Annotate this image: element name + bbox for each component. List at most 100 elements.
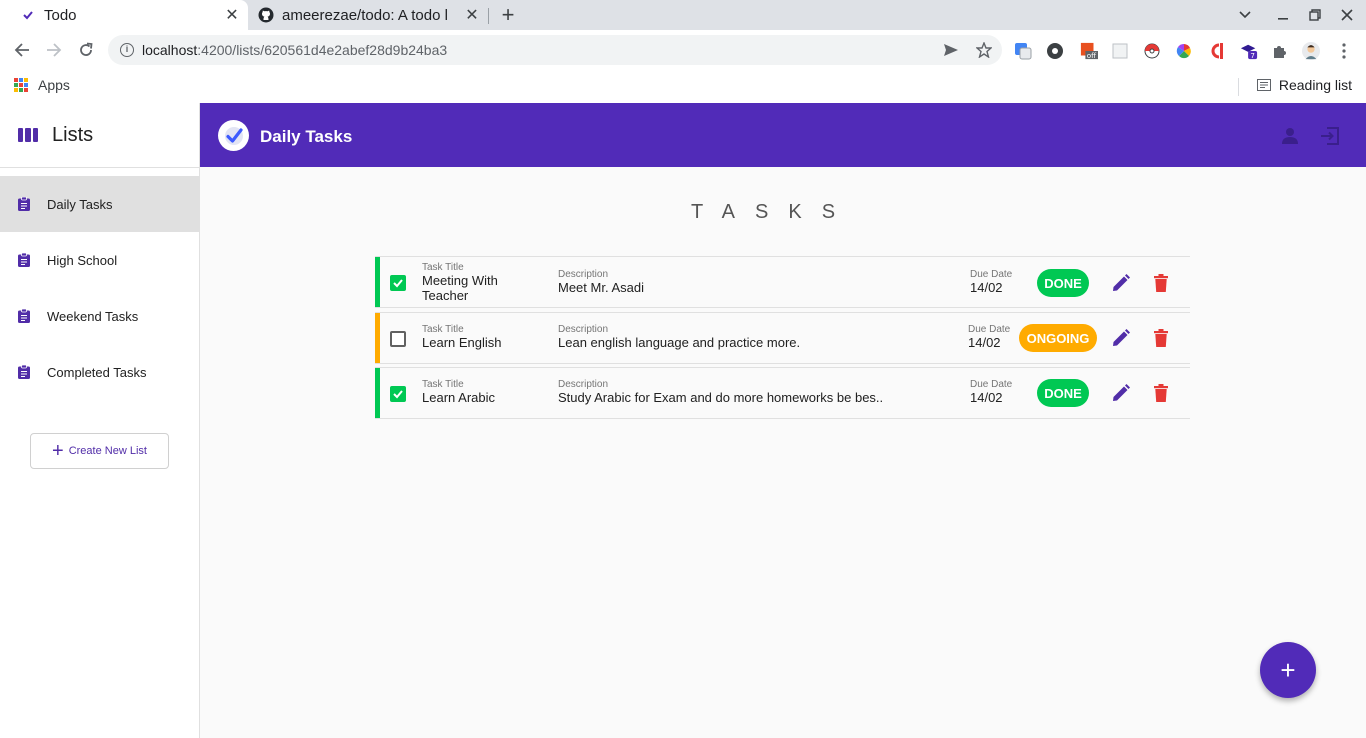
task-description: Study Arabic for Exam and do more homewo… <box>558 390 884 405</box>
sidebar-item-label: Completed Tasks <box>47 364 147 380</box>
graduation-cap-extension-icon[interactable]: 7 <box>1240 42 1258 60</box>
sidebar-item-completed-tasks[interactable]: Completed Tasks <box>0 344 199 400</box>
puzzle-extensions-icon[interactable] <box>1271 42 1289 60</box>
reload-icon[interactable] <box>76 40 96 60</box>
task-title-continued: Teacher <box>422 288 469 303</box>
browser-tab-github[interactable]: ameerezae/todo: A todo l ✕ <box>248 0 488 30</box>
browser-toolbar: i localhost:4200/lists/620561d4e2abef28d… <box>0 30 1366 70</box>
edit-icon[interactable] <box>1111 383 1131 403</box>
chrome-menu-icon[interactable] <box>1335 42 1353 60</box>
delete-icon[interactable] <box>1151 328 1171 348</box>
sidebar-header: Lists <box>0 103 199 168</box>
apps-bookmark[interactable]: Apps <box>14 77 70 93</box>
minimize-icon[interactable] <box>1275 7 1291 23</box>
sidebar-item-high-school[interactable]: High School <box>0 232 199 288</box>
close-tab-icon[interactable]: ✕ <box>224 7 240 24</box>
create-new-list-label: Create New List <box>68 445 147 457</box>
task-status-bar <box>375 368 380 418</box>
check-logo-icon <box>218 120 249 151</box>
list-columns-icon <box>18 128 38 142</box>
c-extension-icon[interactable] <box>1207 42 1225 60</box>
svg-text:7: 7 <box>1250 51 1255 60</box>
task-title-column: Task Title Meeting With Teacher <box>422 262 542 303</box>
reading-list-icon <box>1256 79 1271 91</box>
send-tab-icon[interactable] <box>942 41 960 59</box>
add-icon: + <box>1280 654 1296 685</box>
google-translate-extension-icon[interactable] <box>1014 42 1032 60</box>
status-badge: ONGOING <box>1019 324 1097 352</box>
svg-text:off: off <box>1087 51 1097 60</box>
pokeball-extension-icon[interactable] <box>1143 42 1161 60</box>
bookmarks-separator <box>1238 78 1239 96</box>
task-checkbox[interactable] <box>390 275 406 291</box>
task-description: Meet Mr. Asadi <box>558 280 644 295</box>
task-title-column: Task Title Learn English <box>422 324 542 350</box>
task-description-column: Description Study Arabic for Exam and do… <box>558 379 938 405</box>
back-arrow-icon[interactable] <box>12 40 32 60</box>
person-icon[interactable] <box>1279 125 1301 147</box>
off-extension-icon[interactable]: off <box>1080 42 1098 60</box>
section-title: TASKS <box>690 201 856 223</box>
clipboard-icon <box>18 197 30 211</box>
task-title: Learn Arabic <box>422 390 495 405</box>
delete-icon[interactable] <box>1151 383 1171 403</box>
browser-tab-todo[interactable]: Todo ✕ <box>0 0 248 30</box>
apps-grid-icon <box>14 78 28 92</box>
due-date-label: Due Date <box>970 269 1013 280</box>
site-info-icon[interactable]: i <box>120 43 134 57</box>
create-new-list-button[interactable]: + Create New List <box>30 433 169 469</box>
edit-icon[interactable] <box>1111 273 1131 293</box>
task-row: Task Title Meeting With Teacher Descript… <box>375 256 1190 308</box>
apps-label: Apps <box>38 77 70 93</box>
close-window-icon[interactable] <box>1339 7 1355 23</box>
sidebar-item-weekend-tasks[interactable]: Weekend Tasks <box>0 288 199 344</box>
due-date-column: Due Date 14/02 <box>970 379 1030 405</box>
grid-extension-icon[interactable] <box>1111 42 1129 60</box>
github-extension-icon[interactable] <box>1046 42 1064 60</box>
delete-icon[interactable] <box>1151 273 1171 293</box>
plus-icon: + <box>52 440 64 462</box>
task-title-label: Task Title <box>422 324 464 335</box>
profile-avatar-icon[interactable] <box>1302 42 1320 60</box>
description-label: Description <box>558 324 609 335</box>
tab-title: Todo <box>44 6 77 24</box>
close-tab-icon[interactable]: ✕ <box>464 7 480 24</box>
due-date-value: 14/02 <box>970 390 1003 405</box>
sidebar: Lists Daily Tasks High School Weekend Ta… <box>0 103 200 738</box>
forward-arrow-icon[interactable] <box>44 40 64 60</box>
reading-list-label: Reading list <box>1278 77 1352 93</box>
task-title-label: Task Title <box>422 379 464 390</box>
tab-search-chevron-icon[interactable] <box>1237 7 1253 23</box>
new-tab-icon[interactable]: + <box>498 4 518 26</box>
task-title-column: Task Title Learn Arabic <box>422 379 542 405</box>
color-wheel-extension-icon[interactable] <box>1175 42 1193 60</box>
edit-icon[interactable] <box>1111 328 1131 348</box>
due-date-label: Due Date <box>970 379 1013 390</box>
bookmark-star-icon[interactable] <box>975 41 993 59</box>
clipboard-icon <box>18 253 30 267</box>
sidebar-item-label: High School <box>47 252 118 268</box>
description-label: Description <box>558 269 609 280</box>
page-title: Daily Tasks <box>260 127 353 146</box>
sidebar-item-label: Weekend Tasks <box>47 308 139 324</box>
tab-title: ameerezae/todo: A todo l <box>282 6 448 24</box>
sidebar-item-daily-tasks[interactable]: Daily Tasks <box>0 176 199 232</box>
task-checkbox[interactable] <box>390 386 406 402</box>
add-task-button[interactable]: + <box>1260 642 1316 698</box>
task-status-bar <box>375 257 380 307</box>
task-description: Lean english language and practice more. <box>558 335 801 350</box>
app-header: Daily Tasks <box>200 103 1366 167</box>
sidebar-title: Lists <box>52 123 94 146</box>
browser-tabstrip: Todo ✕ ameerezae/todo: A todo l ✕ + <box>0 0 1366 30</box>
clipboard-icon <box>18 365 30 379</box>
task-checkbox[interactable] <box>390 331 406 347</box>
tab-separator <box>488 8 489 24</box>
reading-list-button[interactable]: Reading list <box>1256 77 1352 93</box>
logout-icon[interactable] <box>1319 125 1341 147</box>
restore-icon[interactable] <box>1307 7 1323 23</box>
sidebar-list: Daily Tasks High School Weekend Tasks Co… <box>0 176 199 400</box>
main-content: TASKS Task Title Meeting With Teacher De… <box>200 167 1366 738</box>
address-bar[interactable]: i localhost:4200/lists/620561d4e2abef28d… <box>108 35 1002 65</box>
description-label: Description <box>558 379 609 390</box>
task-title: Learn English <box>422 335 502 350</box>
